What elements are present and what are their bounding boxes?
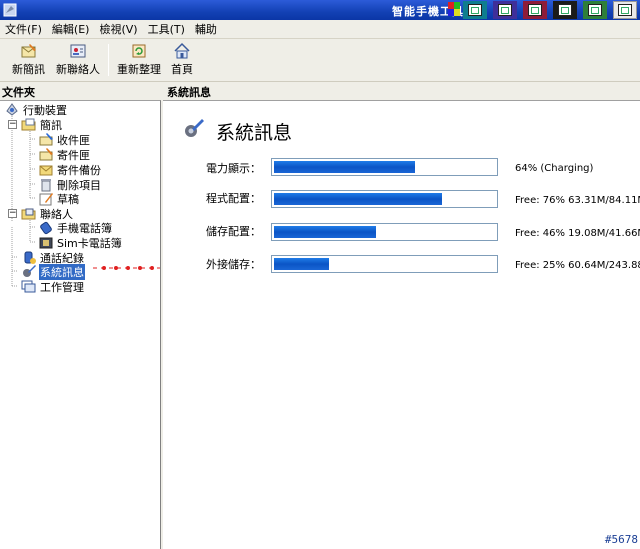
refresh-label: 重新整理	[117, 63, 161, 76]
menu-tools[interactable]: 工具(T)	[148, 21, 185, 37]
program-memory-value: Free: 76% 63.31M/84.11M	[515, 195, 640, 206]
flag-icon	[448, 2, 460, 16]
new-contact-label: 新聯絡人	[56, 63, 100, 76]
refresh-button[interactable]: 重新整理	[117, 42, 161, 80]
contact-card-icon	[70, 44, 86, 58]
menu-view[interactable]: 檢視(V)	[99, 21, 137, 37]
system-info-icon	[21, 264, 37, 279]
toolbar-separator	[108, 44, 109, 76]
new-contact-button[interactable]: 新聯絡人	[56, 42, 100, 80]
menu-edit[interactable]: 編輯(E)	[52, 21, 90, 37]
home-label: 首頁	[171, 63, 193, 76]
battery-label: 電力顯示：	[206, 162, 261, 175]
outbox-icon	[38, 147, 54, 162]
taskbar-app-button-2[interactable]	[493, 1, 517, 19]
taskbar-app-button-4[interactable]	[553, 1, 577, 19]
sent-backup-icon	[38, 162, 54, 177]
sms-collapse-toggle[interactable]: −	[8, 120, 17, 129]
title-bar: 智能手機工具	[0, 0, 640, 20]
task-manager-icon	[21, 279, 37, 294]
tree-label-outbox: 寄件匣	[57, 148, 90, 162]
folder-open-icon	[21, 117, 37, 132]
home-button[interactable]: 首頁	[171, 42, 193, 80]
storage-memory-label: 儲存配置：	[206, 225, 261, 238]
tree-label-device: 行動裝置	[23, 103, 67, 117]
external-storage-label: 外接儲存：	[206, 258, 261, 271]
tree-label-sent-backup: 寄件備份	[57, 163, 101, 177]
system-info-heading-icon	[185, 119, 204, 137]
battery-bar	[271, 158, 498, 176]
tree-item-phone-book[interactable]: 手機電話簿	[38, 220, 113, 235]
program-memory-label: 程式配置：	[206, 192, 261, 205]
new-message-icon	[21, 44, 36, 58]
tree-label-sms: 簡訊	[40, 118, 62, 132]
tree-item-sent-backup[interactable]: 寄件備份	[38, 162, 102, 177]
storage-memory-bar	[271, 223, 498, 241]
battery-value: 64% (Charging)	[515, 163, 594, 174]
external-storage-bar	[271, 255, 498, 273]
taskbar-app-button-6[interactable]	[613, 1, 637, 19]
tree-item-inbox[interactable]: 收件匣	[38, 132, 91, 147]
storage-memory-value: Free: 46% 19.08M/41.66M	[515, 228, 640, 239]
trash-icon	[38, 177, 54, 192]
taskbar-app-button-5[interactable]	[583, 1, 607, 19]
folders-pane-header: 文件夾	[0, 82, 161, 100]
toolbar: 新簡訊 新聯絡人 重新整理 首頁	[0, 39, 640, 82]
page-title: 系統訊息	[216, 122, 293, 144]
program-memory-bar	[271, 190, 498, 208]
taskbar-app-button-3[interactable]	[523, 1, 547, 19]
taskbar-app-button-1[interactable]	[463, 1, 487, 19]
tree-label-inbox: 收件匣	[57, 133, 90, 147]
home-icon	[174, 42, 190, 59]
folder-tree: 行動裝置 − 簡訊 收件匣 寄件匣 寄件備份 刪除項目 草稿 − 聯絡人 手機電…	[0, 100, 161, 549]
menu-bar: 文件(F) 編輯(E) 檢視(V) 工具(T) 輔助	[0, 20, 640, 39]
device-icon	[4, 102, 20, 117]
tree-item-sim-book[interactable]: Sim卡電話簿	[38, 235, 123, 250]
app-icon	[3, 3, 17, 17]
contacts-collapse-toggle[interactable]: −	[8, 209, 17, 218]
inbox-icon	[38, 132, 54, 147]
tree-item-outbox[interactable]: 寄件匣	[38, 147, 91, 162]
menu-help[interactable]: 輔助	[195, 21, 217, 37]
tree-label-system-info: 系統訊息	[39, 263, 85, 280]
watermark: #5678	[604, 533, 638, 546]
tree-item-drafts[interactable]: 草稿	[38, 191, 80, 206]
content-pane-header: 系統訊息	[163, 82, 640, 100]
phone-icon	[38, 220, 54, 235]
menu-file[interactable]: 文件(F)	[5, 21, 42, 37]
sim-card-icon	[38, 235, 54, 250]
tree-label-phone-book: 手機電話簿	[57, 221, 112, 235]
tree-item-device[interactable]: 行動裝置	[4, 102, 68, 117]
call-log-icon	[21, 250, 37, 265]
refresh-icon	[132, 44, 146, 58]
contacts-folder-icon	[21, 206, 37, 221]
tree-item-task-manager[interactable]: 工作管理	[21, 279, 85, 294]
tree-label-drafts: 草稿	[57, 192, 79, 206]
drafts-icon	[38, 191, 54, 206]
tree-label-task-manager: 工作管理	[40, 280, 84, 294]
external-storage-value: Free: 25% 60.64M/243.88M	[515, 260, 640, 271]
new-sms-button[interactable]: 新簡訊	[12, 42, 45, 80]
system-info-panel: 系統訊息 電力顯示： 64% (Charging) 程式配置： Free: 76…	[163, 100, 640, 549]
tree-label-sim-book: Sim卡電話簿	[57, 236, 122, 250]
tree-item-system-info[interactable]: 系統訊息	[21, 263, 85, 280]
tree-item-sms[interactable]: 簡訊	[21, 117, 63, 132]
new-sms-label: 新簡訊	[12, 63, 45, 76]
